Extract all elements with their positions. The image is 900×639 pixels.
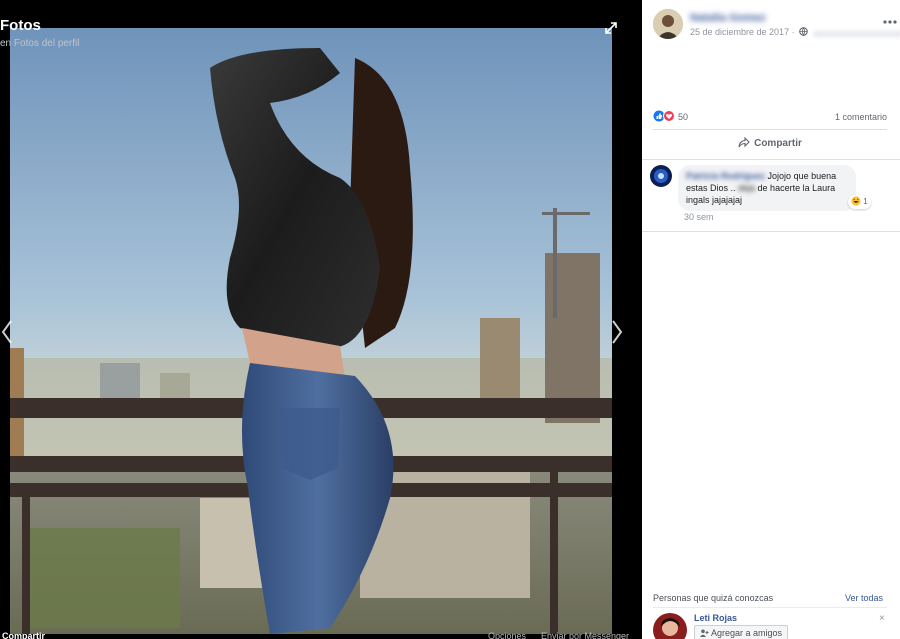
people-you-may-know-header: Personas que quizá conozcas Ver todas bbox=[653, 593, 883, 605]
divider bbox=[642, 231, 900, 232]
add-friend-label: Agregar a amigos bbox=[711, 628, 783, 638]
footer-share-button[interactable]: Compartir bbox=[2, 631, 45, 639]
comment-text-blurred: deja bbox=[738, 183, 756, 193]
pymk-person: Leti Rojas Agregar a amigos × bbox=[653, 611, 887, 639]
viewer-footer: Compartir Opciones Enviar por Messenger bbox=[0, 631, 642, 639]
share-button-label: Compartir bbox=[754, 138, 802, 149]
commenter-name[interactable]: Patricia Rodríguez bbox=[686, 171, 765, 181]
footer-options-button[interactable]: Opciones bbox=[488, 631, 526, 639]
expand-icon[interactable] bbox=[603, 20, 619, 36]
pymk-title: Personas que quizá conozcas bbox=[653, 593, 774, 603]
person-name[interactable]: Leti Rojas bbox=[694, 613, 737, 623]
viewer-subtitle[interactable]: en Fotos del perfil bbox=[0, 38, 80, 49]
dismiss-suggestion-button[interactable]: × bbox=[879, 613, 885, 624]
comment-reaction-count: 1 bbox=[863, 197, 868, 206]
comment-reactions[interactable]: 1 bbox=[848, 195, 871, 209]
chevron-right-icon[interactable] bbox=[610, 318, 624, 346]
comment-bubble: Patricia Rodríguez Jojojo que buena esta… bbox=[678, 165, 856, 211]
haha-icon bbox=[851, 196, 861, 206]
post-panel: Natalia Gomez 25 de diciembre de 2017 · bbox=[642, 0, 900, 639]
author-name[interactable]: Natalia Gomez bbox=[690, 12, 766, 24]
post-header: Natalia Gomez 25 de diciembre de 2017 · bbox=[653, 9, 900, 41]
blurred-text bbox=[813, 31, 900, 37]
divider bbox=[653, 607, 887, 608]
viewer-title: Fotos bbox=[0, 17, 41, 34]
divider bbox=[653, 129, 887, 130]
comment: Patricia Rodríguez Jojojo que buena esta… bbox=[650, 165, 892, 225]
photo[interactable] bbox=[10, 28, 612, 634]
comments-count[interactable]: 1 comentario bbox=[835, 112, 887, 122]
add-friend-icon bbox=[700, 629, 709, 637]
divider bbox=[642, 159, 900, 160]
comment-time[interactable]: 30 sem bbox=[684, 212, 714, 222]
add-friend-button[interactable]: Agregar a amigos bbox=[694, 625, 789, 639]
photo-viewer: Fotos en Fotos del perfil Compartir Opci… bbox=[0, 0, 642, 639]
globe-icon bbox=[799, 27, 808, 36]
footer-messenger-button[interactable]: Enviar por Messenger bbox=[541, 631, 629, 639]
see-all-link[interactable]: Ver todas bbox=[845, 593, 883, 603]
person-avatar[interactable] bbox=[653, 613, 687, 639]
reactions-count[interactable]: 50 bbox=[678, 112, 688, 122]
share-icon bbox=[738, 136, 750, 148]
facebook-photo-viewer: Fotos en Fotos del perfil Compartir Opci… bbox=[0, 0, 900, 639]
share-button[interactable]: Compartir bbox=[653, 132, 887, 156]
post-date-text[interactable]: 25 de diciembre de 2017 · bbox=[690, 27, 795, 37]
reaction-icons[interactable] bbox=[653, 110, 677, 122]
post-date[interactable]: 25 de diciembre de 2017 · bbox=[690, 27, 808, 37]
commenter-avatar[interactable] bbox=[650, 165, 672, 187]
chevron-left-icon[interactable] bbox=[0, 318, 14, 346]
author-avatar[interactable] bbox=[653, 9, 683, 39]
more-options-icon[interactable] bbox=[882, 19, 898, 25]
reactions-bar: 50 1 comentario bbox=[653, 110, 887, 124]
